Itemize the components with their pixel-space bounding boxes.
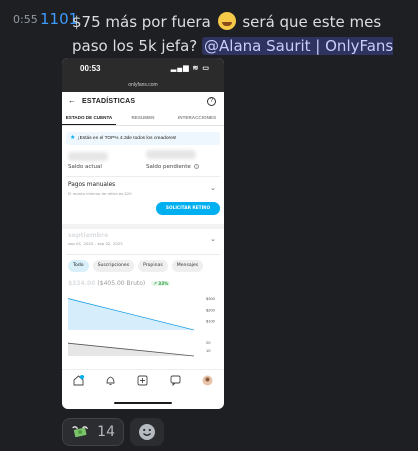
- gross-amount: ($405.00 Bruto): [97, 280, 146, 287]
- blurred-balance: [68, 152, 108, 161]
- section-separator: [62, 224, 224, 229]
- app-header: ← ESTADÍSTICAS ?: [62, 92, 224, 112]
- message-text-before: $75 más por fuera: [72, 13, 211, 31]
- page-title: ESTADÍSTICAS: [82, 98, 136, 105]
- chevron-down-icon[interactable]: ⌄: [210, 235, 216, 243]
- saldo-pendiente-label: Saldo pendiente i: [146, 164, 199, 170]
- add-post-icon[interactable]: [137, 375, 148, 386]
- earnings-chart: $300 $200 $100 20 10: [68, 296, 216, 357]
- stats-tabs: ESTADO DE CUENTA RESUMEN INTERACCIONES: [62, 112, 224, 126]
- party-face-emoji-icon: [217, 12, 236, 30]
- browser-url: onlyfans.com: [62, 80, 224, 92]
- phone-status-icons: ▂▄▆ ≋ ▭: [170, 65, 210, 72]
- tab-interacciones[interactable]: INTERACCIONES: [170, 112, 224, 125]
- stats-app: ← ESTADÍSTICAS ? ESTADO DE CUENTA RESUME…: [62, 92, 224, 145]
- period-range: sep 01, 2025 - sep 02, 2025: [68, 241, 123, 246]
- earnings-summary: $324.00 ($405.00 Bruto) ↗ 33%: [68, 280, 171, 287]
- net-amount: $324.00: [68, 280, 96, 287]
- phone-screenshot[interactable]: 00:53 ▂▄▆ ≋ ▭ onlyfans.com ← ESTADÍSTICA…: [62, 58, 224, 409]
- chip-mensajes[interactable]: Mensajes: [171, 260, 204, 272]
- chip-suscripciones[interactable]: Suscripciones: [92, 260, 135, 272]
- chart-tick-label: $300: [206, 296, 216, 301]
- home-indicator: [114, 402, 172, 404]
- chip-propinas[interactable]: Propinas: [138, 260, 168, 272]
- home-icon[interactable]: [73, 375, 84, 386]
- chip-todo[interactable]: Todo: [68, 260, 89, 272]
- pagos-manuales-title: Pagos manuales: [68, 182, 116, 188]
- pagos-minimum-note: El monto mínimo de retiro es $20: [68, 191, 132, 196]
- divider: [66, 254, 220, 255]
- star-icon: ★: [70, 135, 76, 141]
- chart-tick-label: 10: [206, 348, 211, 353]
- change-badge: ↗ 33%: [151, 281, 171, 286]
- top-creator-banner: ★ ¡Estás en el TOP% 4.3de todos los crea…: [66, 132, 220, 145]
- divider: [66, 176, 220, 177]
- solicitar-retiro-button[interactable]: SOLICITAR RETIRO: [156, 202, 220, 215]
- bell-icon[interactable]: [105, 375, 116, 386]
- info-icon[interactable]: i: [193, 164, 199, 169]
- add-reaction-button[interactable]: [130, 418, 164, 446]
- blurred-pending-balance: [146, 150, 196, 159]
- avatar-icon[interactable]: [202, 375, 213, 386]
- reaction-count: 14: [97, 424, 115, 440]
- chart-tick-label: $100: [206, 319, 216, 324]
- saldo-actual-label: Saldo actual: [68, 164, 102, 170]
- reactions-bar: 14: [62, 418, 164, 446]
- chevron-down-icon[interactable]: ⌄: [210, 184, 216, 192]
- tab-resumen[interactable]: RESUMEN: [116, 112, 170, 125]
- reaction-money-wings[interactable]: 14: [62, 418, 124, 446]
- earnings-filter-chips: Todo Suscripciones Propinas Mensajes: [68, 260, 204, 272]
- phone-time: 00:53: [80, 64, 101, 73]
- period-select[interactable]: septiembre: [68, 232, 108, 239]
- message-timestamp: 0:55: [13, 13, 38, 26]
- help-icon[interactable]: ?: [207, 97, 216, 106]
- money-emoji-icon: [72, 426, 89, 438]
- phone-status-bar: 00:53 ▂▄▆ ≋ ▭: [62, 58, 224, 80]
- add-reaction-icon: [139, 424, 155, 440]
- tab-estado-de-cuenta[interactable]: ESTADO DE CUENTA: [62, 112, 116, 125]
- saldo-pendiente-text: Saldo pendiente: [146, 164, 191, 170]
- messages-icon[interactable]: [170, 375, 181, 386]
- chart-tick-label: 20: [206, 340, 211, 345]
- chart-tick-label: $200: [206, 307, 216, 312]
- back-arrow-icon[interactable]: ←: [68, 96, 76, 105]
- bottom-nav: [62, 369, 224, 391]
- top-banner-text: ¡Estás en el TOP% 4.3de todos los creado…: [78, 136, 177, 141]
